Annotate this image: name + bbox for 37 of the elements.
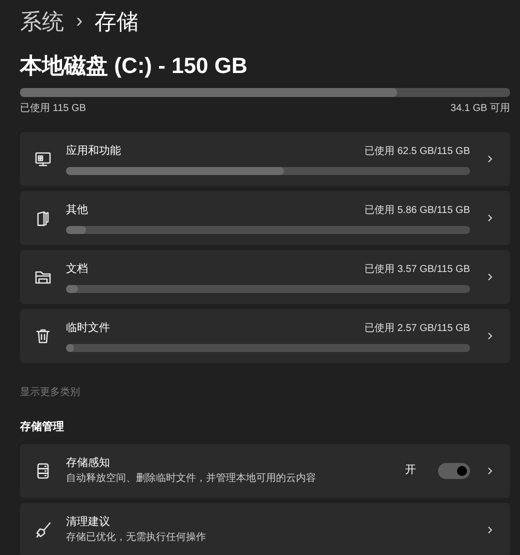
setting-description: 自动释放空间、删除临时文件，并管理本地可用的云内容: [66, 472, 317, 486]
broom-icon: [34, 520, 52, 538]
chevron-icon: [487, 213, 493, 223]
page-title: 存储: [94, 8, 139, 36]
setting-title: 存储感知: [66, 456, 111, 471]
section-heading: 存储管理: [20, 420, 65, 435]
chevron-icon: [487, 272, 493, 282]
category-name: 文档: [66, 262, 88, 277]
chevron-icon: [487, 524, 493, 534]
category-row[interactable]: 文档 已使用 3.57 GB/115 GB: [20, 250, 510, 304]
toggle-label: 开: [405, 463, 416, 478]
settings-row[interactable]: 清理建议 存储已优化，无需执行任何操作: [20, 502, 510, 555]
chevron-icon: [487, 154, 493, 164]
category-row[interactable]: 其他 已使用 5.86 GB/115 GB: [20, 191, 510, 245]
usage-label: 已使用 2.57 GB/115 GB: [364, 322, 470, 336]
category-name: 临时文件: [66, 320, 110, 336]
used-label: 已使用 115 GB: [20, 102, 86, 116]
setting-title: 清理建议: [66, 514, 111, 530]
free-label: 34.1 GB 可用: [450, 102, 510, 116]
trash-icon: [34, 327, 52, 345]
settings-row[interactable]: 存储感知 自动释放空间、删除临时文件，并管理本地可用的云内容 开: [20, 444, 510, 498]
toggle-switch[interactable]: [438, 462, 470, 478]
breadcrumb-separator: ›: [76, 9, 83, 34]
breadcrumb-link[interactable]: 系统: [20, 4, 64, 38]
usage-label: 已使用 62.5 GB/115 GB: [364, 144, 470, 158]
disk-title: 本地磁盘 (C:) - 150 GB: [20, 52, 248, 80]
category-name: 其他: [66, 202, 88, 218]
show-more-link[interactable]: 显示更多类别: [20, 385, 80, 400]
usage-label: 已使用 5.86 GB/115 GB: [364, 204, 470, 218]
chevron-icon: [487, 331, 493, 341]
category-row[interactable]: 应用和功能 已使用 62.5 GB/115 GB: [20, 132, 510, 186]
setting-description: 存储已优化，无需执行任何操作: [66, 530, 207, 546]
usage-label: 已使用 3.57 GB/115 GB: [364, 262, 470, 276]
chevron-icon: [487, 466, 493, 476]
monitor-icon: [34, 150, 52, 168]
category-name: 应用和功能: [66, 144, 121, 159]
category-row[interactable]: 临时文件 已使用 2.57 GB/115 GB: [20, 309, 510, 363]
